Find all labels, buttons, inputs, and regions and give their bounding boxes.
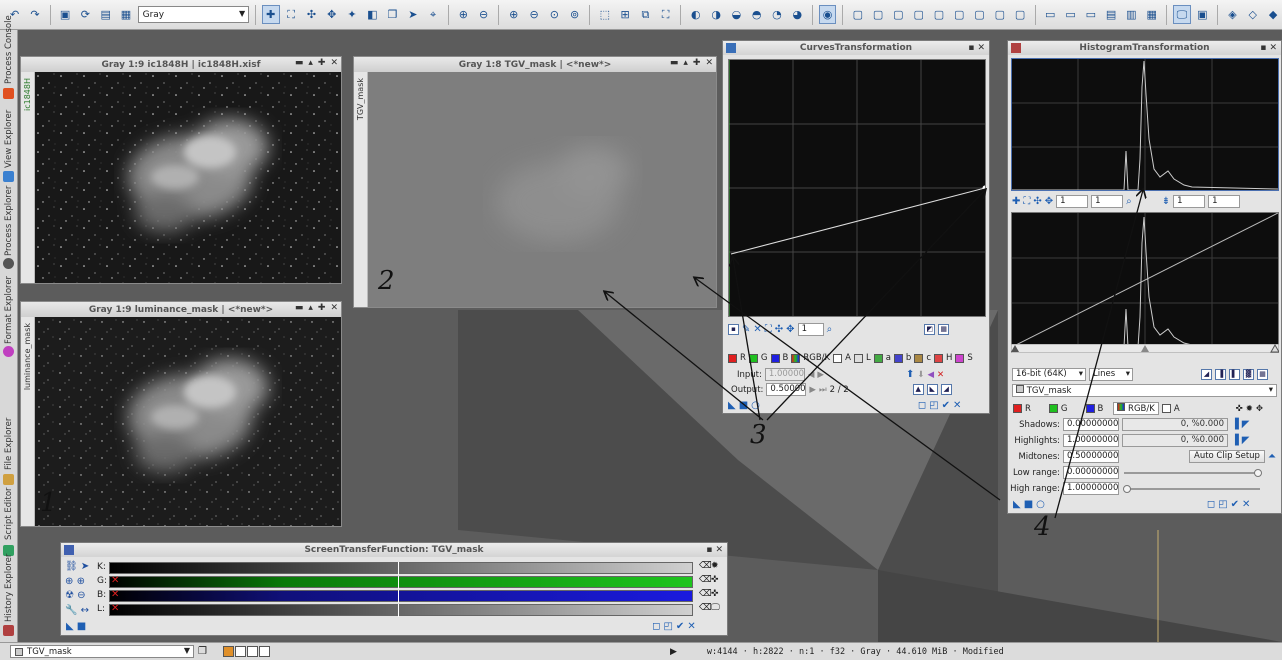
play-icon[interactable]: ▶ xyxy=(670,647,677,657)
view-selector-combo[interactable]: TGV_mask ▼ xyxy=(10,645,194,658)
view-icon xyxy=(15,647,23,656)
status-bar: TGV_mask ▼ ❐ ▶ w:4144 · h:2822 · n:1 · f… xyxy=(0,642,1282,660)
annotation-number: 4 xyxy=(1034,512,1051,542)
annotation-arrow xyxy=(766,190,985,421)
annotation-arrows xyxy=(0,0,1282,519)
annotation-number: 1 xyxy=(40,488,57,518)
channel-box-3[interactable] xyxy=(246,646,258,657)
view-options-icon[interactable]: ❐ xyxy=(198,646,207,657)
annotation-number: 2 xyxy=(378,266,395,296)
channel-box-1[interactable] xyxy=(222,646,234,657)
channel-box-2[interactable] xyxy=(234,646,246,657)
channel-box-4[interactable] xyxy=(258,646,270,657)
view-selector-value: TGV_mask xyxy=(27,646,72,657)
annotation-arrow xyxy=(605,292,764,421)
annotation-arrow xyxy=(695,278,1001,501)
chevron-down-icon: ▼ xyxy=(183,646,190,655)
annotation-arrow xyxy=(733,258,761,421)
annotation-arrow xyxy=(1054,190,1143,519)
annotation-number: 3 xyxy=(750,420,767,450)
image-info-readout: w:4144 · h:2822 · n:1 · f32 · Gray · 44.… xyxy=(706,646,1004,657)
